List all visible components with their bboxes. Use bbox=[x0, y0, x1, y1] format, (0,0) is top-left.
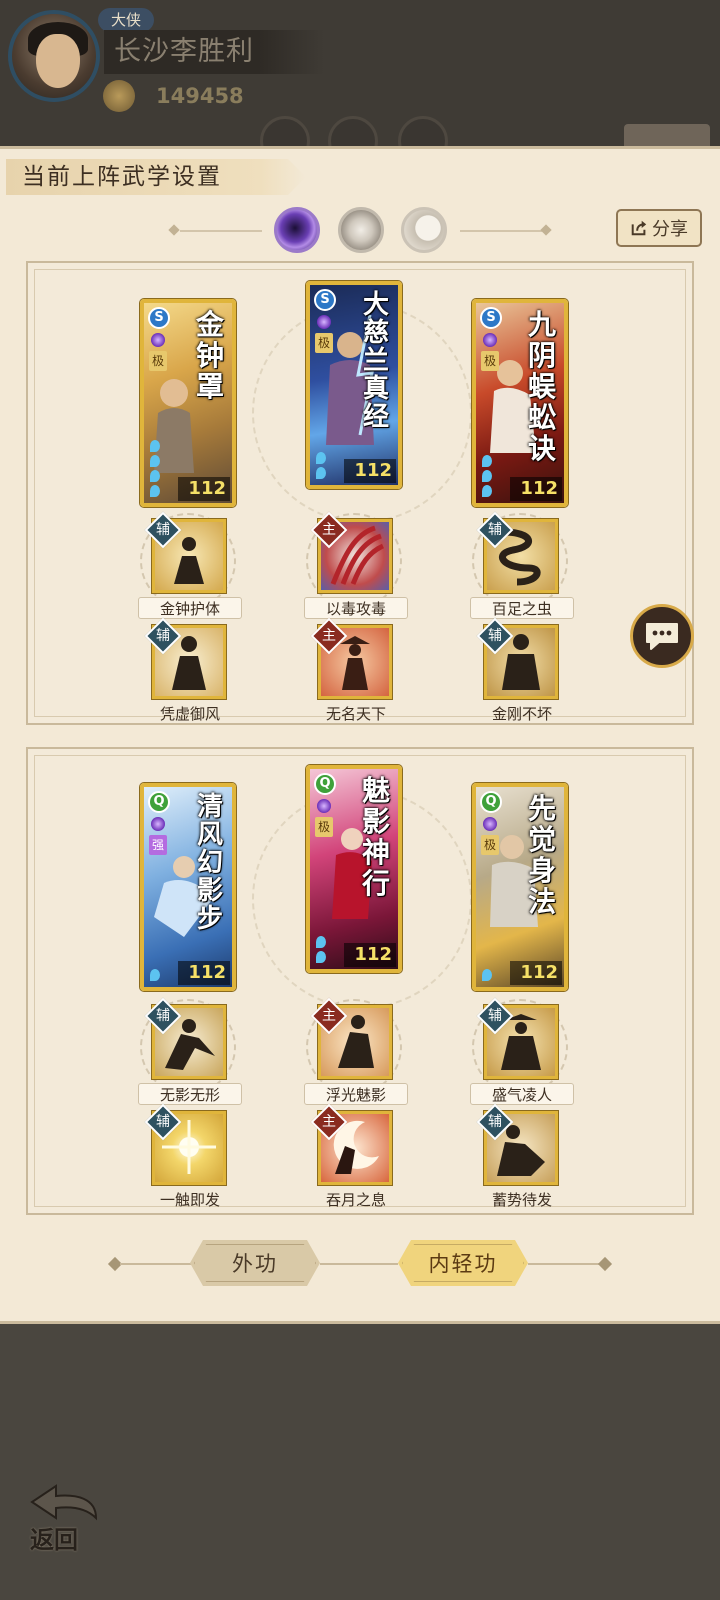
quality-orb-icon bbox=[317, 799, 331, 813]
back-label: 返回 bbox=[30, 1525, 78, 1554]
skill-label: 金钟护体 bbox=[138, 597, 242, 619]
card-grade: 极 bbox=[481, 351, 499, 371]
tab-divider-diamond bbox=[597, 1256, 613, 1272]
card-grade: 极 bbox=[315, 333, 333, 353]
tab-divider-line bbox=[320, 1263, 398, 1265]
share-icon bbox=[631, 220, 647, 236]
card-grade: 极 bbox=[481, 835, 499, 855]
card-type-badge: Q bbox=[480, 791, 502, 813]
card-type-badge: S bbox=[148, 307, 170, 329]
divider-diamond-right bbox=[540, 224, 552, 236]
skill-label: 盛气凌人 bbox=[470, 1083, 574, 1105]
skill-label: 金刚不坏 bbox=[491, 705, 552, 723]
skill-category-tabs: 外功 内轻功 bbox=[0, 1238, 720, 1290]
skill-card-xianjueshenfa[interactable]: Q 极 先觉身法 112 bbox=[472, 783, 568, 991]
tab-inner-skills[interactable]: 内轻功 bbox=[398, 1240, 528, 1286]
tab-divider-line bbox=[528, 1263, 600, 1265]
quality-orb-icon bbox=[317, 315, 331, 329]
skill-label: 吞月之息 bbox=[325, 1191, 386, 1209]
skill-label: 浮光魅影 bbox=[304, 1083, 408, 1105]
modal-title: 当前上阵武学设置 bbox=[6, 159, 306, 195]
player-name: 长沙李胜利 bbox=[104, 30, 324, 74]
card-name: 九阴蜈蚣诀 bbox=[527, 308, 556, 465]
card-level: 112 bbox=[344, 943, 396, 967]
tab-divider-line bbox=[120, 1263, 192, 1265]
card-type-badge: S bbox=[314, 289, 336, 311]
skill-label: 以毒攻毒 bbox=[304, 597, 408, 619]
loadout-modal: 当前上阵武学设置 分享 S 极 金钟罩 112 S 极 大慈兰真经 112 S … bbox=[0, 146, 720, 1324]
card-level: 112 bbox=[510, 961, 562, 985]
silver-orb-icon[interactable] bbox=[338, 207, 384, 253]
player-header: 大侠 长沙李胜利 149458 bbox=[0, 0, 720, 166]
purple-orb-icon[interactable] bbox=[274, 207, 320, 253]
quality-orb-icon bbox=[151, 817, 165, 831]
quality-orb-icon bbox=[151, 333, 165, 347]
skill-label: 凭虚御风 bbox=[159, 705, 220, 723]
divider-left bbox=[180, 230, 262, 232]
chat-button[interactable] bbox=[630, 604, 694, 668]
card-name: 先觉身法 bbox=[527, 792, 556, 918]
skill-card-meiyingshenxing[interactable]: Q 极 魅影神行 112 bbox=[306, 765, 402, 973]
avatar-face bbox=[36, 34, 80, 88]
skill-card-dacilanzhenjing[interactable]: S 极 大慈兰真经 112 bbox=[306, 281, 402, 489]
moon-orb-icon[interactable] bbox=[401, 207, 447, 253]
internal-skills-panel: S 极 金钟罩 112 S 极 大慈兰真经 112 S 极 九阴蜈蚣诀 112 … bbox=[26, 261, 694, 725]
card-type-badge: Q bbox=[314, 773, 336, 795]
currency-amount: 149458 bbox=[156, 84, 244, 108]
share-label: 分享 bbox=[652, 219, 688, 240]
player-avatar[interactable] bbox=[8, 10, 100, 102]
card-grade: 极 bbox=[149, 351, 167, 371]
quality-orb-icon bbox=[483, 817, 497, 831]
coin-icon bbox=[103, 80, 135, 112]
skill-label: 蓄势待发 bbox=[491, 1191, 552, 1209]
card-grade: 强 bbox=[149, 835, 167, 855]
card-type-badge: Q bbox=[148, 791, 170, 813]
player-rank-badge: 大侠 bbox=[98, 8, 154, 32]
card-level: 112 bbox=[510, 477, 562, 501]
card-grade: 极 bbox=[315, 817, 333, 837]
skill-card-qingfenghuanyingbu[interactable]: Q 强 清风幻影步 112 bbox=[140, 783, 236, 991]
skill-card-jiuyinwugongjue[interactable]: S 极 九阴蜈蚣诀 112 bbox=[472, 299, 568, 507]
card-name: 金钟罩 bbox=[195, 308, 224, 403]
skill-label: 无名天下 bbox=[325, 705, 386, 723]
movement-skills-panel: Q 强 清风幻影步 112 Q 极 魅影神行 112 Q 极 先觉身法 112 … bbox=[26, 747, 694, 1215]
card-level: 112 bbox=[178, 961, 230, 985]
card-level: 112 bbox=[344, 459, 396, 483]
skill-label: 无影无形 bbox=[138, 1083, 242, 1105]
card-name: 魅影神行 bbox=[361, 774, 390, 900]
card-name: 清风幻影步 bbox=[196, 792, 223, 934]
back-arrow-icon bbox=[30, 1484, 98, 1521]
skill-label: 百足之虫 bbox=[470, 597, 574, 619]
card-type-badge: S bbox=[480, 307, 502, 329]
divider-diamond-left bbox=[168, 224, 180, 236]
divider-right bbox=[460, 230, 542, 232]
quality-orb-icon bbox=[483, 333, 497, 347]
chat-bubble-icon bbox=[646, 623, 678, 650]
style-orb-selector bbox=[0, 205, 720, 255]
card-name: 大慈兰真经 bbox=[362, 290, 389, 432]
skill-label: 一触即发 bbox=[159, 1191, 220, 1209]
tab-outer-skills[interactable]: 外功 bbox=[190, 1240, 320, 1286]
card-level: 112 bbox=[178, 477, 230, 501]
share-button[interactable]: 分享 bbox=[616, 209, 702, 247]
skill-card-jinzhongzhao[interactable]: S 极 金钟罩 112 bbox=[140, 299, 236, 507]
